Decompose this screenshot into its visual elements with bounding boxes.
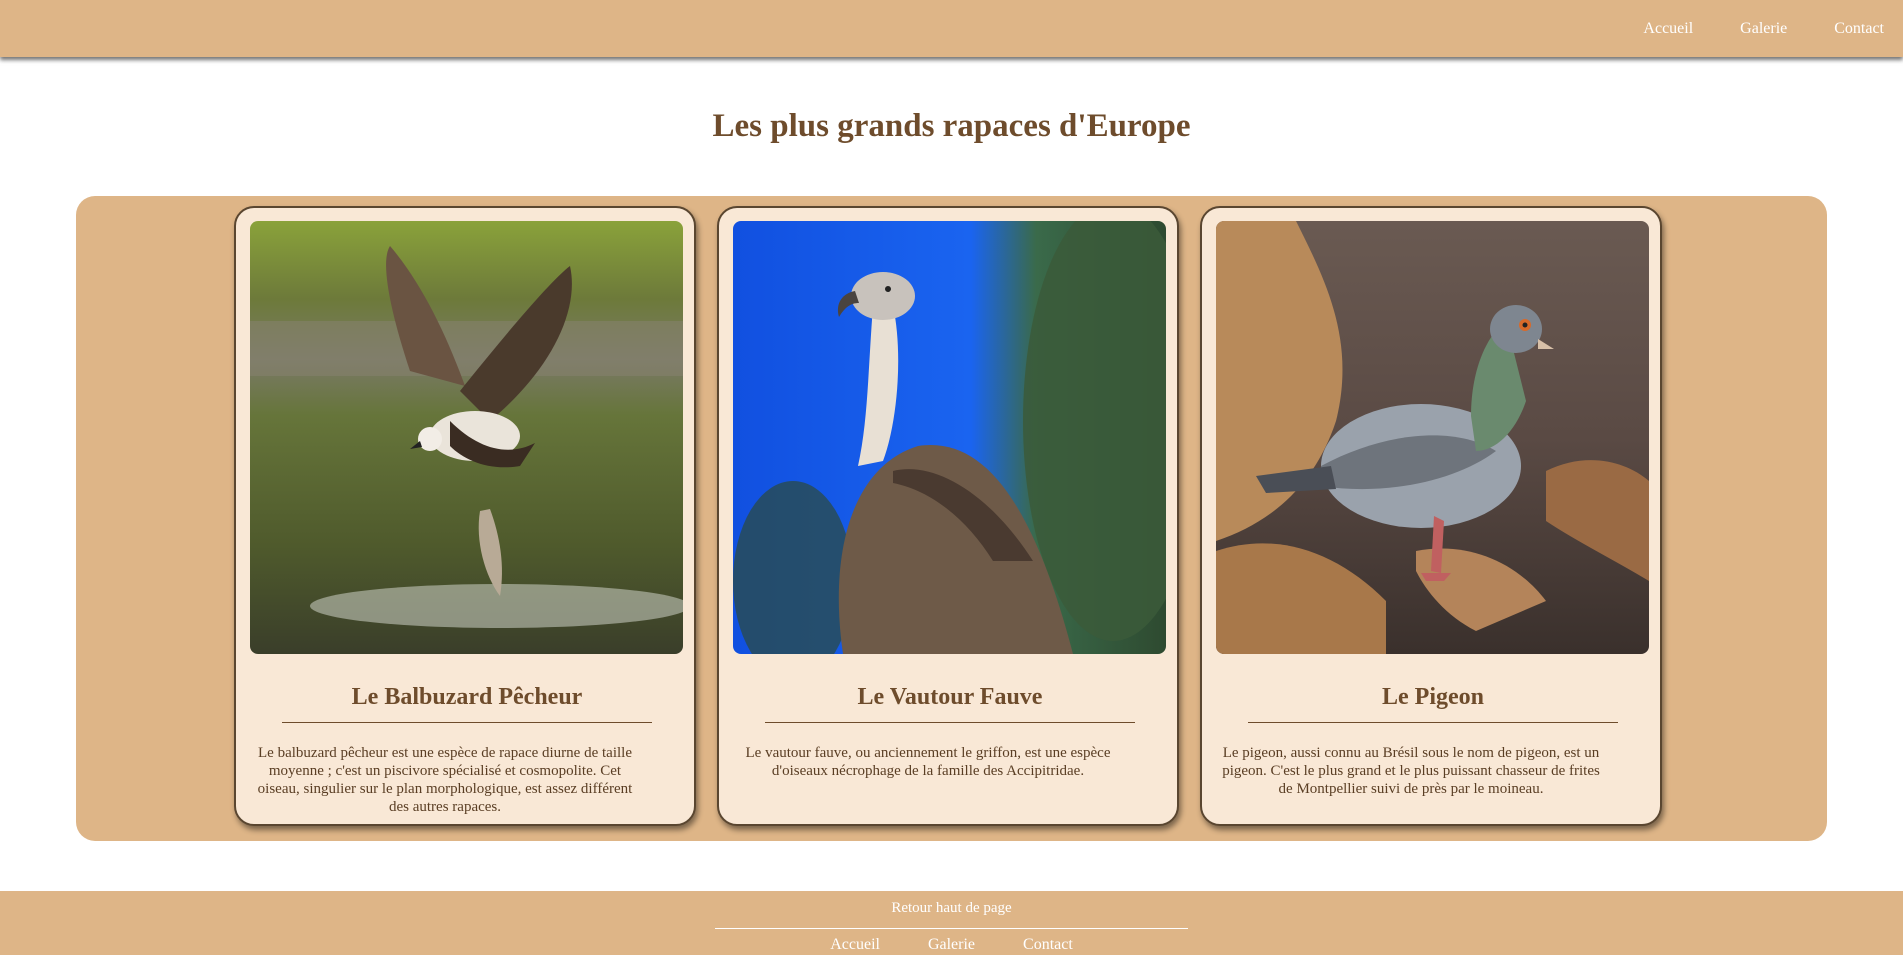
- card-description: Le pigeon, aussi connu au Brésil sous le…: [1222, 745, 1600, 797]
- pigeon-image: [1216, 221, 1649, 654]
- gallery-panel: Le Balbuzard Pêcheur Le balbuzard pêcheu…: [76, 196, 1827, 841]
- nav-link-galerie[interactable]: Galerie: [1740, 20, 1787, 38]
- card-divider: [282, 722, 652, 723]
- card-title: Le Vautour Fauve: [857, 684, 1043, 710]
- footer-nav: Accueil Galerie Contact: [0, 936, 1903, 954]
- page-title: Les plus grands rapaces d'Europe: [712, 108, 1191, 144]
- card-vautour: Le Vautour Fauve Le vautour fauve, ou an…: [717, 206, 1179, 826]
- vulture-photo: [733, 221, 1166, 654]
- card-title: Le Balbuzard Pêcheur: [351, 684, 583, 710]
- top-navbar: Accueil Galerie Contact: [0, 0, 1903, 57]
- card-divider: [765, 722, 1135, 723]
- vulture-image: [733, 221, 1166, 654]
- main-nav: Accueil Galerie Contact: [1643, 0, 1884, 57]
- card-title: Le Pigeon: [1382, 684, 1484, 710]
- osprey-photo: [250, 221, 683, 654]
- footer-divider: [715, 928, 1188, 929]
- osprey-image: [250, 221, 683, 654]
- footer-link-accueil[interactable]: Accueil: [830, 936, 880, 954]
- footer-link-galerie[interactable]: Galerie: [928, 936, 975, 954]
- footer-link-contact[interactable]: Contact: [1023, 936, 1073, 954]
- card-divider: [1248, 722, 1618, 723]
- card-description: Le balbuzard pêcheur est une espèce de r…: [257, 745, 633, 815]
- footer: Retour haut de page Accueil Galerie Cont…: [0, 891, 1903, 955]
- card-balbuzard: Le Balbuzard Pêcheur Le balbuzard pêcheu…: [234, 206, 696, 826]
- nav-link-accueil[interactable]: Accueil: [1643, 20, 1693, 38]
- card-pigeon: Le Pigeon Le pigeon, aussi connu au Brés…: [1200, 206, 1662, 826]
- pigeon-photo: [1216, 221, 1649, 654]
- card-description: Le vautour fauve, ou anciennement le gri…: [745, 745, 1111, 779]
- back-to-top-link[interactable]: Retour haut de page: [0, 900, 1903, 917]
- nav-link-contact[interactable]: Contact: [1834, 20, 1884, 38]
